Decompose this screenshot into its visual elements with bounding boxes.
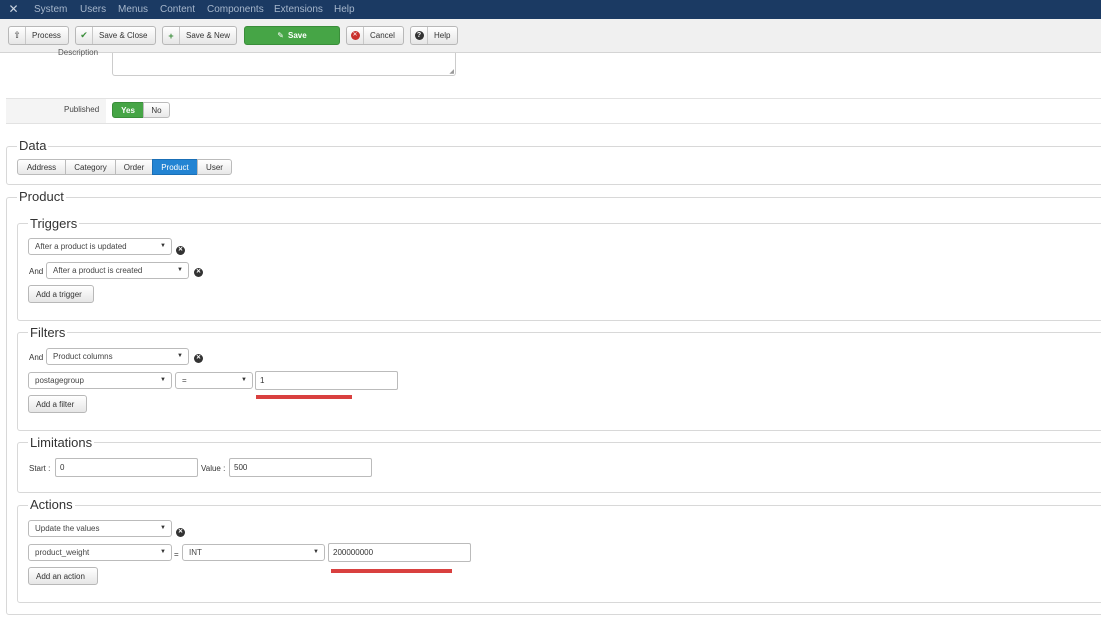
actions-legend: Actions — [28, 497, 75, 512]
top-navigation-bar: ✕ System Users Menus Content Components … — [0, 0, 1101, 19]
highlight-underline — [256, 395, 352, 399]
plus-icon: + — [163, 27, 180, 44]
start-label: Start : — [29, 464, 51, 473]
dropdown-arrow-icon: ▼ — [160, 243, 166, 249]
description-label: Description — [58, 48, 99, 57]
action-value-type-select[interactable]: INT ▼ — [182, 544, 325, 561]
edit-icon: ✎ — [277, 31, 284, 40]
filter-type-select[interactable]: Product columns ▼ — [46, 348, 189, 365]
help-button[interactable]: ? Help — [410, 26, 458, 45]
process-button[interactable]: ⇧ Process — [8, 26, 69, 45]
menu-menus[interactable]: Menus — [118, 4, 148, 15]
remove-trigger-1-icon[interactable]: ✕ — [176, 246, 185, 255]
tab-category[interactable]: Category — [65, 159, 116, 175]
toolbar: ⇧ Process ✔ Save & Close + Save & New ✎ … — [0, 19, 1101, 53]
check-icon: ✔ — [76, 27, 93, 44]
action-value-input[interactable]: 200000000 — [328, 543, 471, 562]
menu-extensions[interactable]: Extensions — [274, 4, 323, 15]
dropdown-arrow-icon: ▼ — [177, 353, 183, 359]
dropdown-arrow-icon: ▼ — [313, 549, 319, 555]
triggers-legend: Triggers — [28, 216, 80, 231]
save-close-button[interactable]: ✔ Save & Close — [75, 26, 156, 45]
question-icon: ? — [411, 27, 428, 44]
equals-label: = — [174, 550, 179, 559]
save-new-button[interactable]: + Save & New — [162, 26, 237, 45]
remove-filter-icon[interactable]: ✕ — [194, 354, 203, 363]
data-type-tabs: Address Category Order Product User — [17, 159, 232, 175]
highlight-underline — [331, 569, 452, 573]
actions-fieldset — [17, 505, 1101, 603]
published-toggle: Yes No — [112, 102, 170, 118]
add-action-button[interactable]: Add an action — [28, 567, 98, 585]
add-filter-button[interactable]: Add a filter — [28, 395, 87, 413]
dropdown-arrow-icon: ▼ — [160, 377, 166, 383]
value-label: Value : — [201, 464, 226, 473]
dropdown-arrow-icon: ▼ — [241, 377, 247, 383]
resize-handle-icon[interactable]: ◢ — [449, 68, 454, 75]
dropdown-arrow-icon: ▼ — [160, 525, 166, 531]
filter-operator-select[interactable]: = ▼ — [175, 372, 253, 389]
filters-legend: Filters — [28, 325, 68, 340]
divider — [6, 123, 1101, 124]
dropdown-arrow-icon: ▼ — [160, 549, 166, 555]
start-input[interactable]: 0 — [55, 458, 198, 477]
remove-trigger-2-icon[interactable]: ✕ — [194, 268, 203, 277]
remove-action-icon[interactable]: ✕ — [176, 528, 185, 537]
action-type-select[interactable]: Update the values ▼ — [28, 520, 172, 537]
filter-value-input[interactable]: 1 — [255, 371, 398, 390]
published-label: Published — [64, 105, 100, 114]
limitations-legend: Limitations — [28, 435, 95, 450]
dropdown-arrow-icon: ▼ — [177, 267, 183, 273]
menu-users[interactable]: Users — [80, 4, 106, 15]
published-no-button[interactable]: No — [143, 102, 170, 118]
trigger-select-2[interactable]: After a product is created ▼ — [46, 262, 189, 279]
trigger-select-1[interactable]: After a product is updated ▼ — [28, 238, 172, 255]
tab-product[interactable]: Product — [152, 159, 198, 175]
limit-value-input[interactable]: 500 — [229, 458, 372, 477]
trigger-and-label: And — [29, 267, 44, 276]
upload-icon: ⇧ — [9, 27, 26, 44]
product-legend: Product — [17, 189, 66, 204]
menu-components[interactable]: Components — [207, 4, 264, 15]
divider — [6, 98, 1101, 99]
filter-column-select[interactable]: postagegroup ▼ — [28, 372, 172, 389]
tab-order[interactable]: Order — [115, 159, 153, 175]
menu-content[interactable]: Content — [160, 4, 195, 15]
tab-address[interactable]: Address — [17, 159, 66, 175]
add-trigger-button[interactable]: Add a trigger — [28, 285, 94, 303]
tab-user[interactable]: User — [197, 159, 232, 175]
data-legend: Data — [17, 138, 49, 153]
menu-system[interactable]: System — [34, 4, 67, 15]
save-button[interactable]: ✎ Save — [244, 26, 340, 45]
published-yes-button[interactable]: Yes — [112, 102, 144, 118]
cancel-icon: ✕ — [347, 27, 364, 44]
filter-and-label: And — [29, 353, 44, 362]
menu-help[interactable]: Help — [334, 4, 355, 15]
cancel-button[interactable]: ✕ Cancel — [346, 26, 404, 45]
description-textarea[interactable]: ◢ — [112, 53, 456, 76]
joomla-logo-icon[interactable]: ✕ — [7, 3, 20, 16]
action-column-select[interactable]: product_weight ▼ — [28, 544, 172, 561]
